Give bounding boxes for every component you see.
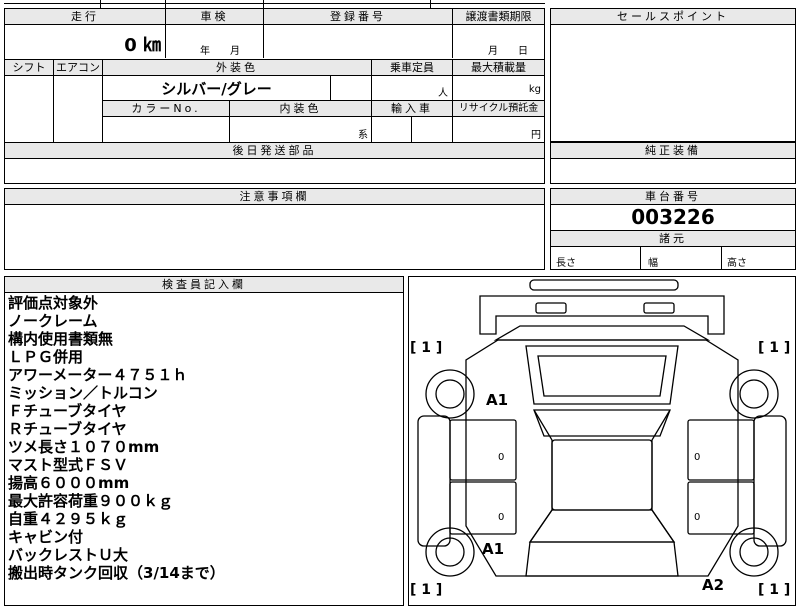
color-no-header: カラーNo. [103,101,229,116]
tire-count-bottom-left: [ 1 ] [410,582,443,598]
later-parts-header: 後日発送部品 [5,143,544,158]
remark-line: キャビン付 [8,528,84,546]
damage-mark-front-left: A1 [486,391,509,409]
remark-line: 揚高６０００mm [8,474,130,492]
tire-count-bottom-right: [ 1 ] [758,582,791,598]
remark-line: ＬＰＧ併用 [8,348,84,366]
remark-line: 評価点対象外 [8,294,99,312]
remark-line: 自重４２９５ｋｇ [8,510,129,528]
recycle-deposit-header: リサイクル預託金 [453,101,544,116]
remark-line: マスト型式ＦＳＶ [8,456,129,474]
mileage-value: 0 ㎞ [124,35,161,56]
remark-line: ミッション／トルコン [8,384,158,402]
aircon-header: エアコン [54,60,102,75]
genuine-equipment-header: 純正装備 [551,143,795,158]
mileage-header: 走行 [5,9,165,24]
interior-color-header: 内装色 [230,101,371,116]
zero-mark: 0 [694,512,701,523]
specs-header: 諸元 [551,231,795,246]
capacity-unit: 人 [438,88,448,99]
inspector-remarks: 評価点対象外 ノークレーム 構内使用書類無 ＬＰＧ併用 アワーメーター４７５１ｈ… [8,294,400,582]
zero-mark: 0 [498,512,505,523]
height-label: 高さ [727,258,747,269]
zero-mark: 0 [694,452,701,463]
import-header: 輸入車 [372,101,452,116]
damage-mark-rear-right: A2 [702,576,725,594]
notes-header: 注意事項欄 [5,189,544,204]
remark-line: ツメ長さ１０７０mm [8,438,160,456]
transfer-deadline-value: 月 日 [488,46,528,57]
chassis-number-value: 003226 [631,205,715,229]
remark-line: ノークレーム [8,312,98,330]
damage-mark-rear-left: A1 [482,540,505,558]
sales-point-box [550,8,796,142]
exterior-color-header: 外装色 [103,60,371,75]
tire-count-top-left: [ 1 ] [410,340,443,356]
remark-line: 搬出時タンク回収（3/14まで） [8,564,225,582]
inspector-header: 検査員記入欄 [5,277,403,292]
capacity-header: 乗車定員 [372,60,452,75]
transfer-deadline-header: 譲渡書類期限 [453,9,544,24]
shift-header: シフト [5,60,53,75]
remark-line: Ｒチューブタイヤ [8,420,127,438]
remark-line: 最大許容荷重９００ｋｇ [8,492,174,510]
tire-count-top-right: [ 1 ] [758,340,791,356]
sales-point-header: セールスポイント [551,9,795,24]
remark-line: アワーメーター４７５１ｈ [8,366,188,384]
chassis-number-header: 車台番号 [551,189,795,204]
width-label: 幅 [648,258,658,269]
length-label: 長さ [556,258,576,269]
max-load-header: 最大積載量 [453,60,544,75]
max-load-unit: kg [528,84,541,95]
recycle-deposit-unit: 円 [531,130,541,141]
remark-line: 構内使用書類無 [8,330,114,348]
remark-line: Ｆチューブタイヤ [8,402,127,420]
remark-line: バックレストＵ大 [8,546,129,564]
inspection-header: 車検 [166,9,263,24]
vehicle-diagram [417,279,787,577]
inspection-value: 年 月 [200,46,240,57]
exterior-color-value: シルバー/グレー [161,80,272,98]
registration-header: 登録番号 [264,9,452,24]
interior-color-unit: 系 [358,130,368,141]
zero-mark: 0 [498,452,505,463]
